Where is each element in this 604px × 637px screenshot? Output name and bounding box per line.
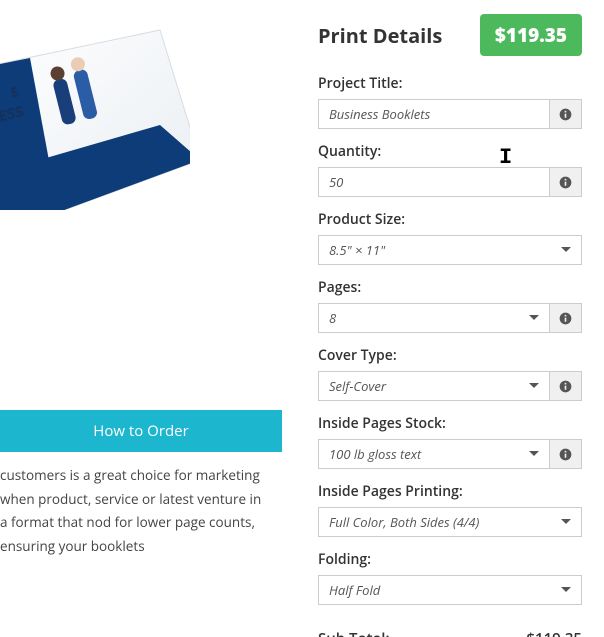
info-icon	[559, 108, 572, 121]
pages-label: Pages:	[318, 278, 582, 297]
inside-stock-select[interactable]: 100 lb gloss text	[318, 439, 550, 469]
quantity-label: Quantity:	[318, 142, 582, 161]
inside-stock-label: Inside Pages Stock:	[318, 414, 582, 433]
subtotal-value: $119.35	[526, 629, 582, 637]
project-title-input[interactable]	[318, 99, 550, 129]
info-icon	[559, 448, 572, 461]
page-title: Print Details	[318, 22, 442, 49]
subtotal-label: Sub Total:	[318, 629, 390, 637]
cover-type-select[interactable]: Self-Cover	[318, 371, 550, 401]
product-size-select[interactable]: 8.5" × 11"	[318, 235, 582, 265]
info-icon	[559, 312, 572, 325]
folding-select[interactable]: Half Fold	[318, 575, 582, 605]
info-icon	[559, 380, 572, 393]
cover-type-label: Cover Type:	[318, 346, 582, 365]
cover-type-info-button[interactable]	[550, 371, 582, 401]
pages-select[interactable]: 8	[318, 303, 550, 333]
info-icon	[559, 176, 572, 189]
folding-label: Folding:	[318, 550, 582, 569]
product-description: customers is a great choice for marketin…	[0, 452, 282, 559]
product-image: E ESS	[0, 10, 190, 210]
quantity-info-button[interactable]	[550, 167, 582, 197]
price-badge: $119.35	[480, 14, 582, 56]
quantity-input[interactable]	[318, 167, 550, 197]
project-title-info-button[interactable]	[550, 99, 582, 129]
inside-stock-info-button[interactable]	[550, 439, 582, 469]
project-title-label: Project Title:	[318, 74, 582, 93]
inside-print-select[interactable]: Full Color, Both Sides (4/4)	[318, 507, 582, 537]
pages-info-button[interactable]	[550, 303, 582, 333]
how-to-order-tab[interactable]: How to Order	[0, 410, 282, 452]
product-size-label: Product Size:	[318, 210, 582, 229]
inside-print-label: Inside Pages Printing:	[318, 482, 582, 501]
